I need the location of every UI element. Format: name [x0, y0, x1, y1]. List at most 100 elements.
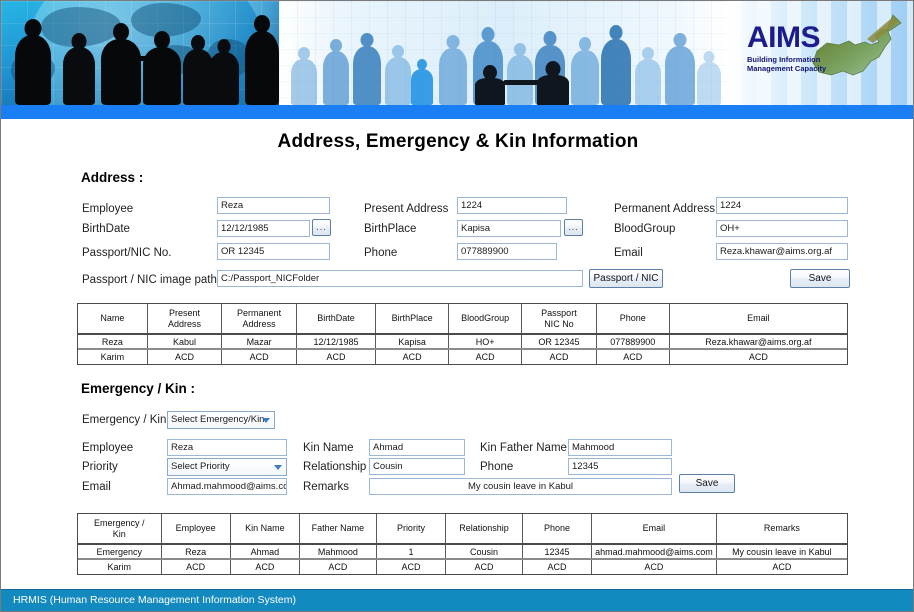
- relationship-label: Relationship: [303, 461, 366, 473]
- address-image-path-label: Passport / NIC image path: [82, 274, 217, 286]
- table-cell: Karim: [78, 559, 161, 574]
- address-birthdate-label: BirthDate: [82, 223, 130, 235]
- column-header: PermanentAddress: [222, 304, 297, 334]
- emergency-save-button[interactable]: Save: [679, 474, 735, 493]
- address-birthdate-input[interactable]: 12/12/1985: [217, 220, 310, 237]
- emergency-employee-input[interactable]: Reza: [167, 439, 287, 456]
- emergency-phone-input[interactable]: 12345: [568, 458, 672, 475]
- table-cell: Cousin: [446, 544, 523, 559]
- application-window: AIMS Building Information Management Cap…: [0, 0, 914, 612]
- address-bloodgroup-input[interactable]: OH+: [716, 220, 848, 237]
- table-cell: ahmad.mahmood@aims.com: [592, 544, 717, 559]
- address-save-button[interactable]: Save: [790, 269, 850, 288]
- table-cell: ACD: [522, 559, 591, 574]
- table-cell: ACD: [716, 559, 847, 574]
- emergency-priority-select[interactable]: Select Priority: [167, 458, 287, 476]
- table-cell: Reza: [161, 544, 230, 559]
- address-employee-input[interactable]: Reza: [217, 197, 330, 214]
- table-cell: OR 12345: [522, 334, 597, 349]
- table-cell: 12345: [522, 544, 591, 559]
- column-header: Phone: [596, 304, 669, 334]
- column-header: Phone: [522, 514, 591, 544]
- kin-name-input[interactable]: Ahmad: [369, 439, 465, 456]
- table-cell: ACD: [446, 559, 523, 574]
- address-phone-input[interactable]: 077889900: [457, 243, 557, 260]
- banner-crowd-image: [279, 1, 727, 105]
- emergency-priority-select-value: Select Priority: [171, 461, 230, 472]
- column-header: BirthPlace: [376, 304, 449, 334]
- emergency-email-input[interactable]: Ahmad.mahmood@aims.com: [167, 478, 287, 495]
- column-header: Kin Name: [230, 514, 299, 544]
- emergency-priority-label: Priority: [82, 461, 118, 473]
- address-present-address-label: Present Address: [364, 203, 448, 215]
- table-cell: Karim: [78, 349, 147, 364]
- banner-globe-image: [1, 1, 279, 105]
- table-cell: ACD: [222, 349, 297, 364]
- passport-nic-button[interactable]: Passport / NIC: [589, 269, 663, 288]
- address-passport-nic-input[interactable]: OR 12345: [217, 243, 330, 260]
- page-title: Address, Emergency & Kin Information: [1, 131, 914, 153]
- table-row[interactable]: KarimACDACDACDACDACDACDACDACD: [78, 349, 847, 364]
- table-cell: ACD: [596, 349, 669, 364]
- aims-logo-wordmark: AIMS: [747, 23, 826, 53]
- kin-father-name-input[interactable]: Mahmood: [568, 439, 672, 456]
- table-cell: Mahmood: [299, 544, 376, 559]
- table-cell: ACD: [147, 349, 222, 364]
- table-cell: ACD: [161, 559, 230, 574]
- table-cell: ACD: [299, 559, 376, 574]
- address-permanent-address-label: Permanent Address: [614, 203, 715, 215]
- table-cell: Reza.khawar@aims.org.af: [669, 334, 847, 349]
- column-header: PassportNIC No: [522, 304, 597, 334]
- address-phone-label: Phone: [364, 247, 397, 259]
- table-cell: ACD: [669, 349, 847, 364]
- column-header: PresentAddress: [147, 304, 222, 334]
- emergency-kin-select[interactable]: Select Emergency/Kin: [167, 411, 275, 429]
- remarks-label: Remarks: [303, 481, 349, 493]
- address-permanent-address-input[interactable]: 1224: [716, 197, 848, 214]
- column-header: Relationship: [446, 514, 523, 544]
- table-row[interactable]: EmergencyRezaAhmadMahmood1Cousin12345ahm…: [78, 544, 847, 559]
- address-employee-label: Employee: [82, 203, 133, 215]
- remarks-input[interactable]: My cousin leave in Kabul: [369, 478, 672, 495]
- address-birthdate-browse-button[interactable]: ...: [312, 219, 331, 236]
- table-row[interactable]: RezaKabulMazar12/12/1985KapisaHO+OR 1234…: [78, 334, 847, 349]
- emergency-phone-label: Phone: [480, 461, 513, 473]
- column-header: Name: [78, 304, 147, 334]
- address-birthplace-browse-button[interactable]: ...: [564, 219, 583, 236]
- emergency-employee-label: Employee: [82, 442, 133, 454]
- address-section-heading: Address :: [81, 170, 143, 185]
- address-birthplace-label: BirthPlace: [364, 223, 416, 235]
- address-email-input[interactable]: Reza.khawar@aims.org.af: [716, 243, 848, 260]
- column-header: BirthDate: [296, 304, 375, 334]
- chevron-down-icon: [262, 418, 270, 423]
- address-present-address-input[interactable]: 1224: [457, 197, 567, 214]
- address-image-path-input[interactable]: C:/Passport_NICFolder: [217, 270, 583, 287]
- emergency-kin-select-value: Select Emergency/Kin: [171, 414, 264, 425]
- table-row[interactable]: KarimACDACDACDACDACDACDACDACD: [78, 559, 847, 574]
- table-cell: ACD: [376, 559, 445, 574]
- address-bloodgroup-label: BloodGroup: [614, 223, 675, 235]
- emergency-kin-label: Emergency / Kin: [82, 414, 166, 426]
- table-cell: Reza: [78, 334, 147, 349]
- chevron-down-icon: [274, 465, 282, 470]
- column-header: Priority: [376, 514, 445, 544]
- banner-logo-panel: AIMS Building Information Management Cap…: [727, 1, 914, 105]
- table-cell: 1: [376, 544, 445, 559]
- column-header: Email: [592, 514, 717, 544]
- column-header: BloodGroup: [449, 304, 522, 334]
- table-cell: ACD: [522, 349, 597, 364]
- table-cell: 077889900: [596, 334, 669, 349]
- table-cell: ACD: [376, 349, 449, 364]
- table-cell: ACD: [592, 559, 717, 574]
- relationship-input[interactable]: Cousin: [369, 458, 465, 475]
- table-cell: ACD: [449, 349, 522, 364]
- kin-name-label: Kin Name: [303, 442, 354, 454]
- address-birthplace-input[interactable]: Kapisa: [457, 220, 561, 237]
- table-cell: Emergency: [78, 544, 161, 559]
- emergency-email-label: Email: [82, 481, 111, 493]
- aims-logo: AIMS Building Information Management Cap…: [747, 23, 826, 73]
- table-cell: My cousin leave in Kabul: [716, 544, 847, 559]
- table-cell: ACD: [296, 349, 375, 364]
- table-cell: Mazar: [222, 334, 297, 349]
- column-header: Emergency /Kin: [78, 514, 161, 544]
